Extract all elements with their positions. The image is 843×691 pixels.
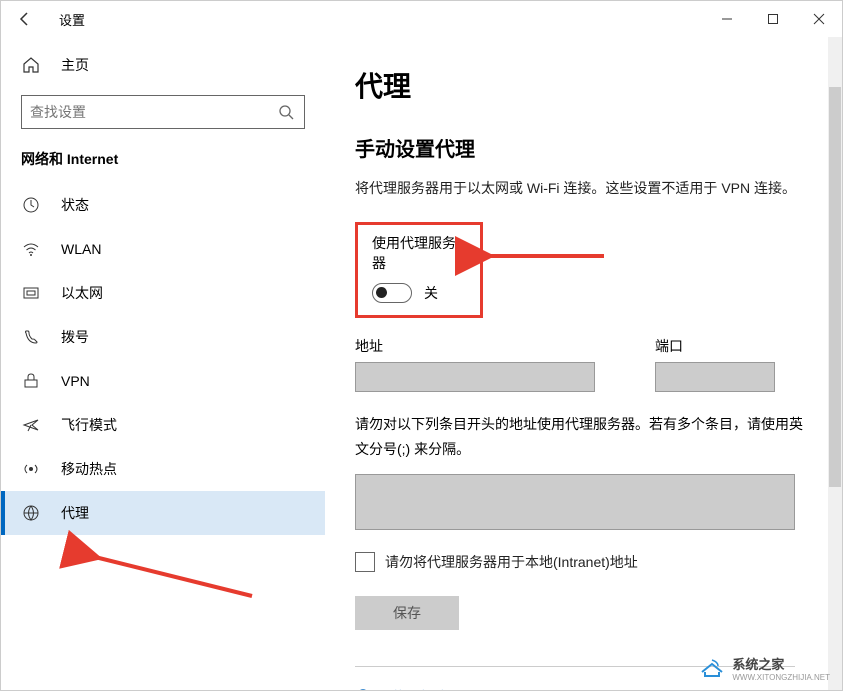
back-button[interactable] [9, 3, 41, 35]
port-input[interactable] [655, 362, 775, 392]
scrollbar[interactable] [828, 37, 842, 690]
window-title: 设置 [59, 10, 85, 29]
vpn-icon [21, 372, 41, 390]
search-icon [276, 104, 296, 120]
local-bypass-checkbox[interactable] [355, 552, 375, 572]
page-title: 代理 [355, 65, 812, 105]
airplane-icon [21, 416, 41, 434]
watermark: 系统之家 WWW.XITONGZHIJIA.NET [698, 654, 830, 682]
globe-icon [21, 504, 41, 522]
help-icon [355, 688, 375, 690]
address-input[interactable] [355, 362, 595, 392]
home-label: 主页 [61, 55, 89, 75]
bypass-textarea[interactable] [355, 474, 795, 530]
section-title: 手动设置代理 [355, 133, 812, 162]
home-link[interactable]: 主页 [1, 47, 325, 83]
nav-label: 拨号 [61, 327, 89, 347]
address-label: 地址 [355, 336, 595, 356]
nav-item-hotspot[interactable]: 移动热点 [1, 447, 325, 491]
nav-label: 以太网 [61, 283, 103, 303]
watermark-url: WWW.XITONGZHIJIA.NET [732, 673, 830, 682]
bypass-description: 请勿对以下列条目开头的地址使用代理服务器。若有多个条目，请使用英文分号(;) 来… [355, 412, 812, 462]
nav-label: VPN [61, 373, 90, 389]
help-link-text: 获取帮助 [391, 687, 447, 690]
proxy-toggle[interactable] [372, 283, 412, 303]
nav-item-dialup[interactable]: 拨号 [1, 315, 325, 359]
toggle-state-label: 关 [424, 283, 438, 303]
nav-item-ethernet[interactable]: 以太网 [1, 271, 325, 315]
nav-item-status[interactable]: 状态 [1, 183, 325, 227]
home-icon [21, 56, 41, 74]
content-area: 代理 手动设置代理 将代理服务器用于以太网或 Wi-Fi 连接。这些设置不适用于… [325, 37, 842, 690]
nav-label: WLAN [61, 241, 101, 257]
window-controls [704, 1, 842, 37]
nav-label: 移动热点 [61, 459, 117, 479]
minimize-button[interactable] [704, 1, 750, 37]
nav-label: 代理 [61, 503, 89, 523]
category-header: 网络和 Internet [1, 149, 325, 183]
save-button[interactable]: 保存 [355, 596, 459, 630]
watermark-brand: 系统之家 [732, 654, 830, 673]
nav-label: 飞行模式 [61, 415, 117, 435]
titlebar: 设置 [1, 1, 842, 37]
toggle-title: 使用代理服务器 [372, 233, 466, 273]
ethernet-icon [21, 284, 41, 302]
close-button[interactable] [796, 1, 842, 37]
hotspot-icon [21, 460, 41, 478]
nav-item-vpn[interactable]: VPN [1, 359, 325, 403]
nav-list: 状态 WLAN 以太网 拨号 VPN 飞行模式 [1, 183, 325, 535]
address-field: 地址 [355, 336, 595, 392]
dialup-icon [21, 328, 41, 346]
port-field: 端口 [655, 336, 775, 392]
nav-item-proxy[interactable]: 代理 [1, 491, 325, 535]
port-label: 端口 [655, 336, 775, 356]
search-input[interactable] [30, 104, 276, 120]
help-link[interactable]: 获取帮助 [355, 687, 812, 690]
wifi-icon [21, 240, 41, 258]
section-description: 将代理服务器用于以太网或 Wi-Fi 连接。这些设置不适用于 VPN 连接。 [355, 178, 812, 198]
proxy-toggle-box: 使用代理服务器 关 [355, 222, 483, 318]
sidebar: 主页 网络和 Internet 状态 WLAN 以太网 [1, 37, 325, 690]
status-icon [21, 196, 41, 214]
watermark-logo-icon [698, 658, 726, 678]
nav-label: 状态 [61, 195, 89, 215]
local-bypass-label: 请勿将代理服务器用于本地(Intranet)地址 [385, 552, 638, 572]
maximize-button[interactable] [750, 1, 796, 37]
nav-item-airplane[interactable]: 飞行模式 [1, 403, 325, 447]
nav-item-wlan[interactable]: WLAN [1, 227, 325, 271]
search-box[interactable] [21, 95, 305, 129]
